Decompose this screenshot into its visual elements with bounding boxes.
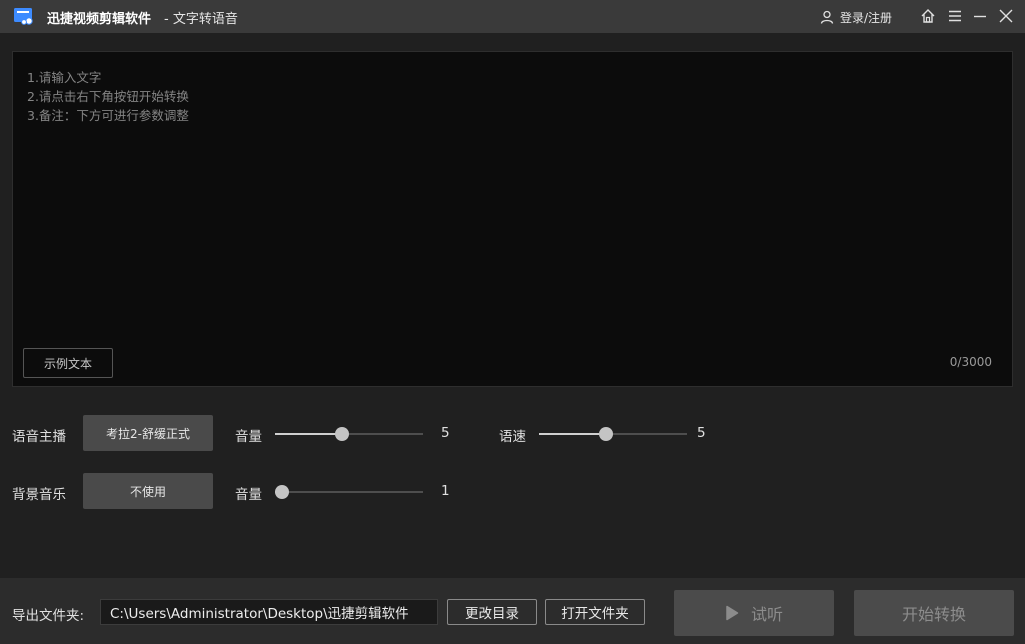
play-icon xyxy=(726,605,739,621)
slider-track xyxy=(275,491,423,493)
app-title: 迅捷视频剪辑软件 xyxy=(47,12,152,27)
voice-anchor-select[interactable]: 考拉2-舒缓正式 xyxy=(83,415,213,451)
bgm-volume-value: 1 xyxy=(441,483,450,499)
preview-label: 试听 xyxy=(750,605,783,624)
export-path-field[interactable] xyxy=(100,599,438,625)
voice-speed-slider[interactable] xyxy=(539,427,687,441)
title-bar: 迅捷视频剪辑软件 - 文字转语音 登录/注册 xyxy=(0,0,1025,33)
preview-button[interactable]: 试听 xyxy=(674,590,834,636)
slider-fill xyxy=(539,433,606,435)
voice-anchor-label: 语音主播 xyxy=(12,429,66,445)
sample-text-button[interactable]: 示例文本 xyxy=(23,348,113,378)
bgm-volume-slider[interactable] xyxy=(275,485,423,499)
window-subtitle: - 文字转语音 xyxy=(164,12,238,27)
change-directory-button[interactable]: 更改目录 xyxy=(447,599,537,625)
voice-speed-value: 5 xyxy=(697,425,706,441)
background-music-select[interactable]: 不使用 xyxy=(83,473,213,509)
character-counter: 0/3000 xyxy=(949,355,992,369)
open-folder-button[interactable]: 打开文件夹 xyxy=(545,599,645,625)
slider-fill xyxy=(275,433,342,435)
voice-speed-label: 语速 xyxy=(499,429,526,445)
start-convert-button[interactable]: 开始转换 xyxy=(854,590,1014,636)
background-music-label: 背景音乐 xyxy=(12,487,66,503)
menu-icon[interactable] xyxy=(947,8,963,24)
voice-volume-value: 5 xyxy=(441,425,450,441)
slider-thumb[interactable] xyxy=(599,427,613,441)
voice-volume-slider[interactable] xyxy=(275,427,423,441)
close-icon[interactable] xyxy=(998,8,1014,24)
text-editor-panel: 1.请输入文字 2.请点击右下角按钮开始转换 3.备注：下方可进行参数调整 示例文本… xyxy=(12,51,1013,387)
slider-thumb[interactable] xyxy=(335,427,349,441)
login-label: 登录/注册 xyxy=(840,10,893,25)
export-bar: 导出文件夹: 更改目录 打开文件夹 试听 开始转换 xyxy=(0,578,1025,644)
slider-thumb[interactable] xyxy=(275,485,289,499)
bgm-volume-label: 音量 xyxy=(235,487,262,503)
app-logo-icon xyxy=(14,8,33,25)
user-icon xyxy=(820,10,834,24)
minimize-icon[interactable] xyxy=(972,8,988,24)
voice-volume-label: 音量 xyxy=(235,429,262,445)
export-folder-label: 导出文件夹: xyxy=(12,608,85,624)
login-register-link[interactable]: 登录/注册 xyxy=(820,7,892,27)
text-input[interactable] xyxy=(13,52,1012,342)
home-icon[interactable] xyxy=(920,8,936,24)
